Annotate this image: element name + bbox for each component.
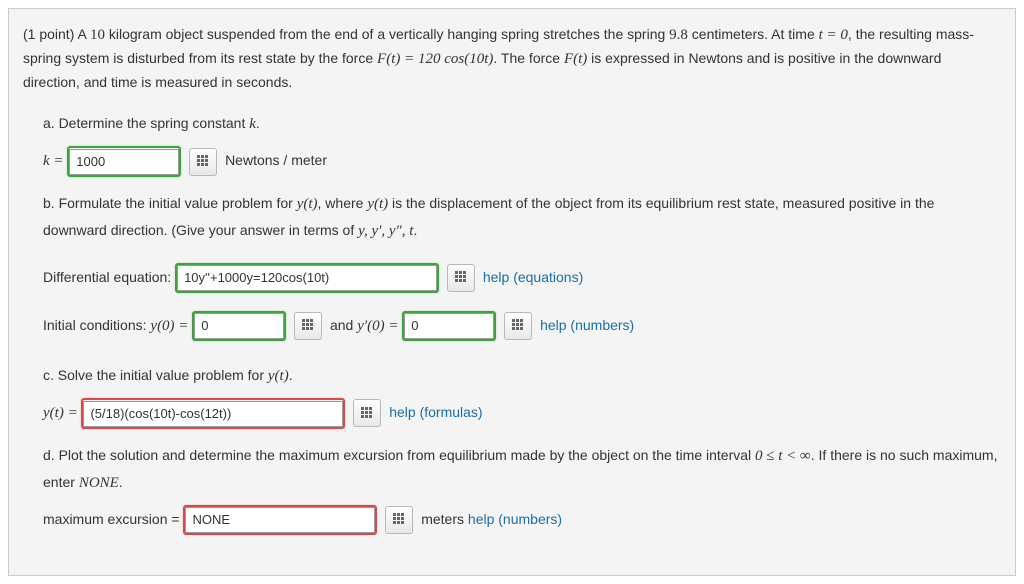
max-excursion-label: maximum excursion =: [43, 510, 183, 526]
keypad-icon[interactable]: [447, 264, 475, 292]
yt-equals-label: y(t) =: [43, 405, 81, 421]
ic-row: Initial conditions: y(0) = 0 and y′(0) =…: [43, 311, 1001, 341]
de-input[interactable]: 10y''+1000y=120cos(10t): [177, 265, 437, 291]
keypad-icon[interactable]: [294, 312, 322, 340]
k-units: Newtons / meter: [225, 152, 327, 168]
part-b-prompt: b. Formulate the initial value problem f…: [43, 191, 1001, 245]
part-a: a. Determine the spring constant k. k = …: [43, 111, 1001, 176]
max-excursion-input[interactable]: NONE: [185, 507, 375, 533]
k-equals-label: k =: [43, 153, 67, 169]
yt-input[interactable]: (5/18)(cos(10t)-cos(12t)): [83, 401, 343, 427]
ic-label: Initial conditions:: [43, 317, 150, 333]
part-d: d. Plot the solution and determine the m…: [43, 443, 1001, 535]
keypad-icon[interactable]: [504, 312, 532, 340]
part-c-prompt: c. Solve the initial value problem for y…: [43, 363, 1001, 390]
help-numbers-link[interactable]: help (numbers): [468, 510, 562, 526]
help-numbers-link[interactable]: help (numbers): [540, 317, 634, 333]
part-d-prompt: d. Plot the solution and determine the m…: [43, 443, 1001, 497]
keypad-icon[interactable]: [385, 506, 413, 534]
de-row: Differential equation: 10y''+1000y=120co…: [43, 263, 1001, 293]
part-c: c. Solve the initial value problem for y…: [43, 363, 1001, 428]
part-a-answer-row: k = 1000 Newtons / meter: [43, 146, 1001, 176]
part-a-prompt: a. Determine the spring constant k.: [43, 111, 1001, 138]
keypad-icon[interactable]: [353, 399, 381, 427]
yp0-input[interactable]: 0: [404, 313, 494, 339]
part-c-answer-row: y(t) = (5/18)(cos(10t)-cos(12t)) help (f…: [43, 398, 1001, 428]
part-d-answer-row: maximum excursion = NONE meters help (nu…: [43, 505, 1001, 535]
k-input[interactable]: 1000: [69, 149, 179, 175]
keypad-icon[interactable]: [189, 148, 217, 176]
part-b: b. Formulate the initial value problem f…: [43, 191, 1001, 342]
problem-intro: (1 point) A 10 kilogram object suspended…: [23, 23, 1001, 93]
y0-input[interactable]: 0: [194, 313, 284, 339]
help-equations-link[interactable]: help (equations): [483, 269, 583, 285]
points-label: (1 point): [23, 26, 74, 42]
de-label: Differential equation:: [43, 269, 171, 285]
help-formulas-link[interactable]: help (formulas): [389, 404, 482, 420]
max-units: meters: [421, 510, 468, 526]
problem-container: (1 point) A 10 kilogram object suspended…: [8, 8, 1016, 576]
